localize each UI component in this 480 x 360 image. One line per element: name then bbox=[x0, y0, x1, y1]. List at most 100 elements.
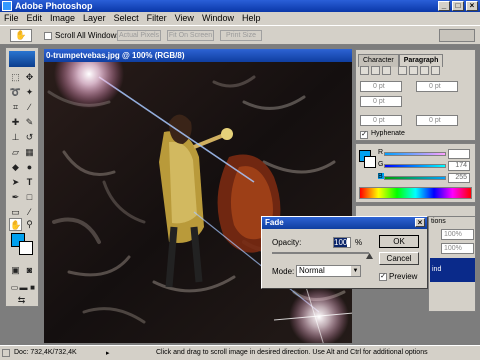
window-controls: _ □ × bbox=[438, 1, 478, 11]
space-before-field[interactable]: 0 pt bbox=[360, 115, 402, 126]
doc-size[interactable]: Doc: 732,4K/732,4K bbox=[14, 349, 77, 356]
blue-value-field[interactable]: 255 bbox=[448, 173, 470, 183]
color-spectrum-ramp[interactable] bbox=[359, 187, 472, 199]
quick-mask-icon[interactable]: ◙ bbox=[23, 264, 36, 277]
history-brush-icon[interactable]: ↺ bbox=[23, 131, 36, 144]
menu-view[interactable]: View bbox=[171, 12, 198, 25]
image-canvas[interactable]: ☝ bbox=[44, 62, 352, 343]
pen-tool-icon[interactable]: ✒ bbox=[9, 191, 22, 204]
layers-panel: tions 100% 100% ind bbox=[428, 216, 476, 312]
document-title-bar: 0-trumpetvebas.jpg @ 100% (RGB/8) bbox=[44, 49, 352, 62]
justify-last-left-icon[interactable] bbox=[398, 66, 407, 75]
dodge-tool-icon[interactable]: ● bbox=[23, 161, 36, 174]
shape-tool-icon[interactable]: □ bbox=[23, 191, 36, 204]
justify-last-center-icon[interactable] bbox=[409, 66, 418, 75]
healing-brush-icon[interactable]: ✚ bbox=[9, 116, 22, 129]
fade-dialog-close-button[interactable]: × bbox=[415, 218, 425, 227]
mode-select[interactable]: Normal ▼ bbox=[296, 265, 361, 277]
preview-checkbox[interactable]: ✓ bbox=[379, 273, 387, 281]
opacity-slider-track[interactable] bbox=[272, 252, 369, 254]
clone-stamp-icon[interactable]: ⊥ bbox=[9, 131, 22, 144]
ok-button[interactable]: OK bbox=[379, 235, 419, 248]
menu-help[interactable]: Help bbox=[238, 12, 265, 25]
fade-dialog-title-bar: Fade × bbox=[262, 217, 427, 229]
actual-pixels-button[interactable]: Actual Pixels bbox=[117, 30, 161, 41]
justify-last-right-icon[interactable] bbox=[420, 66, 429, 75]
menu-edit[interactable]: Edit bbox=[23, 12, 47, 25]
blue-slider[interactable] bbox=[384, 176, 446, 180]
options-bar: ✋ Scroll All Windows Actual Pixels Fit O… bbox=[0, 25, 480, 45]
layer-fill-field[interactable]: 100% bbox=[441, 243, 474, 254]
hand-tool-icon: ✋ bbox=[15, 30, 27, 40]
crop-tool-icon[interactable]: ⌗ bbox=[9, 101, 22, 114]
menu-layer[interactable]: Layer bbox=[79, 12, 110, 25]
opacity-input[interactable]: 100 bbox=[333, 237, 351, 248]
mode-value: Normal bbox=[299, 266, 325, 275]
layer-opacity-field[interactable]: 100% bbox=[441, 229, 474, 240]
imageready-jump-icon[interactable]: ⇆ bbox=[15, 294, 28, 307]
green-slider[interactable] bbox=[384, 164, 446, 168]
justify-all-icon[interactable] bbox=[431, 66, 440, 75]
align-right-icon[interactable] bbox=[382, 66, 391, 75]
type-tool-icon[interactable]: T bbox=[23, 176, 36, 189]
color-panel-background-swatch[interactable] bbox=[364, 156, 376, 168]
menu-select[interactable]: Select bbox=[110, 12, 143, 25]
align-center-icon[interactable] bbox=[371, 66, 380, 75]
lasso-tool-icon[interactable]: ➰ bbox=[9, 86, 22, 99]
path-selection-icon[interactable]: ➤ bbox=[9, 176, 22, 189]
fade-dialog: Fade × Opacity: 100 % Mode: Normal ▼ OK … bbox=[261, 216, 428, 289]
layer-row-selected[interactable]: ind bbox=[430, 258, 475, 282]
screen-mode-full-icon[interactable]: ■ bbox=[26, 281, 39, 294]
brush-tool-icon[interactable]: ✎ bbox=[23, 116, 36, 129]
indent-left-field[interactable]: 0 pt bbox=[360, 81, 402, 92]
cancel-button[interactable]: Cancel bbox=[379, 252, 419, 265]
slice-tool-icon[interactable]: ∕ bbox=[23, 101, 36, 114]
standard-mode-icon[interactable]: ▣ bbox=[9, 264, 22, 277]
layers-tab-fragment[interactable]: tions bbox=[431, 218, 446, 225]
fit-on-screen-button[interactable]: Fit On Screen bbox=[167, 30, 214, 41]
menu-image[interactable]: Image bbox=[46, 12, 79, 25]
red-slider[interactable] bbox=[384, 152, 446, 156]
percent-label: % bbox=[355, 238, 363, 247]
adobe-feather-logo[interactable] bbox=[9, 51, 35, 67]
app-title-bar: Adobe Photoshop _ □ × bbox=[0, 0, 480, 12]
gradient-tool-icon[interactable]: ▦ bbox=[23, 146, 36, 159]
align-left-icon[interactable] bbox=[360, 66, 369, 75]
hand-tool-icon[interactable]: ✋ bbox=[9, 218, 22, 231]
green-label: G bbox=[378, 161, 384, 168]
blue-label: B bbox=[378, 173, 383, 180]
background-color-swatch[interactable] bbox=[19, 241, 33, 255]
menu-window[interactable]: Window bbox=[198, 12, 238, 25]
status-zoom-field[interactable] bbox=[2, 349, 10, 357]
hyphenate-checkbox[interactable]: ✓ bbox=[360, 131, 368, 139]
app-title: Adobe Photoshop bbox=[15, 1, 93, 11]
close-button[interactable]: × bbox=[466, 1, 478, 11]
scroll-all-windows-checkbox[interactable] bbox=[44, 32, 52, 40]
chevron-down-icon: ▼ bbox=[351, 266, 360, 276]
zoom-tool-icon[interactable]: ⚲ bbox=[23, 218, 36, 231]
move-tool-icon[interactable]: ✥ bbox=[23, 71, 36, 84]
red-value-field[interactable] bbox=[448, 149, 470, 159]
paragraph-panel: Character Paragraph 0 pt 0 pt 0 pt 0 pt … bbox=[355, 49, 476, 141]
menu-file[interactable]: File bbox=[0, 12, 23, 25]
green-value-field[interactable]: 174 bbox=[448, 161, 470, 171]
eraser-tool-icon[interactable]: ▱ bbox=[9, 146, 22, 159]
indent-first-line-field[interactable]: 0 pt bbox=[360, 96, 402, 107]
toolbox: ⬚ ✥ ➰ ✦ ⌗ ∕ ✚ ✎ ⊥ ↺ ▱ ▦ ◆ ● ➤ T ✒ □ ▭ ⁄ … bbox=[5, 47, 39, 307]
maximize-button[interactable]: □ bbox=[452, 1, 464, 11]
document-title: 0-trumpetvebas.jpg @ 100% (RGB/8) bbox=[46, 51, 185, 60]
palette-well[interactable] bbox=[439, 29, 475, 42]
magic-wand-icon[interactable]: ✦ bbox=[23, 86, 36, 99]
menu-bar: File Edit Image Layer Select Filter View… bbox=[0, 12, 480, 25]
red-label: R bbox=[378, 149, 384, 156]
tool-preset-picker[interactable]: ✋ bbox=[10, 29, 32, 42]
scroll-all-windows-label: Scroll All Windows bbox=[55, 31, 121, 40]
status-bar: Doc: 732,4K/732,4K ▸ Click and drag to s… bbox=[0, 345, 480, 360]
minimize-button[interactable]: _ bbox=[438, 1, 450, 11]
print-size-button[interactable]: Print Size bbox=[220, 30, 262, 41]
space-after-field[interactable]: 0 pt bbox=[416, 115, 458, 126]
indent-right-field[interactable]: 0 pt bbox=[416, 81, 458, 92]
menu-filter[interactable]: Filter bbox=[143, 12, 171, 25]
marquee-tool-icon[interactable]: ⬚ bbox=[9, 71, 22, 84]
blur-tool-icon[interactable]: ◆ bbox=[9, 161, 22, 174]
